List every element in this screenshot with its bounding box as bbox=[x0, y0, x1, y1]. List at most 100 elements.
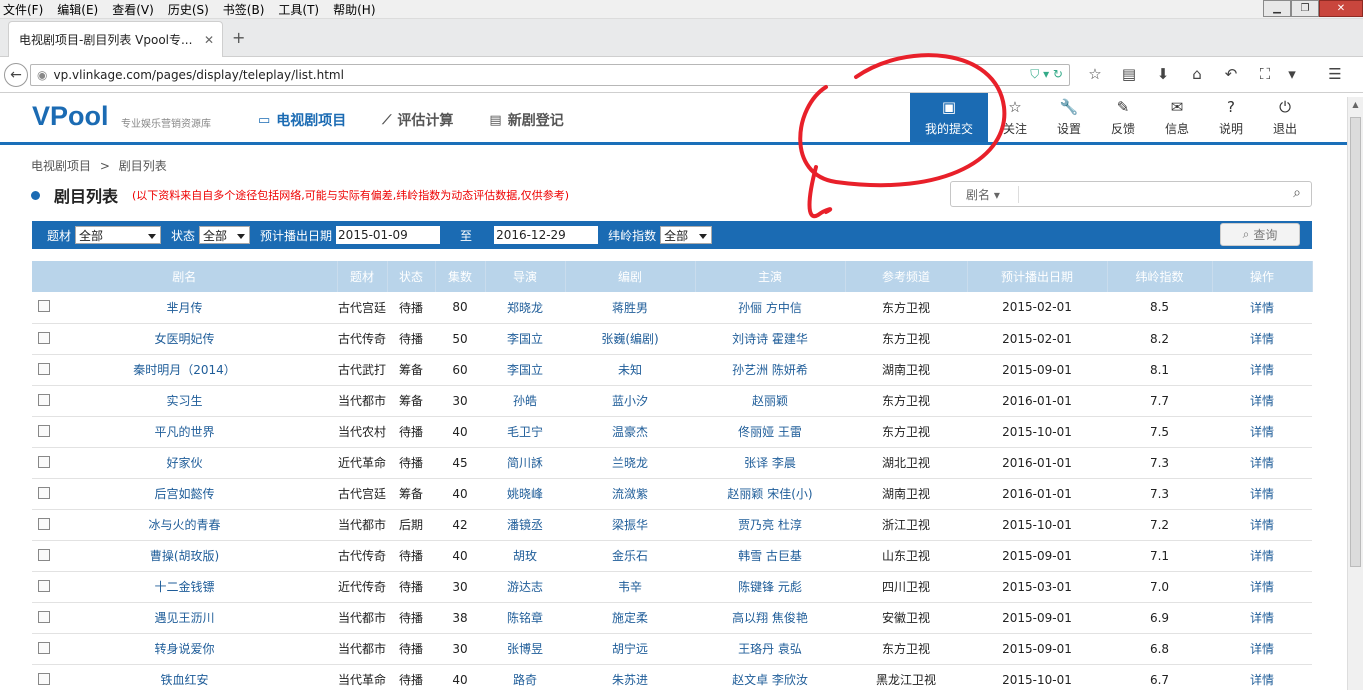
bookmark-star-icon[interactable]: ☆ bbox=[1078, 65, 1112, 83]
table-cell[interactable]: 路奇 bbox=[485, 664, 565, 690]
search-input[interactable] bbox=[1019, 182, 1311, 206]
table-cell[interactable]: 芈月传 bbox=[32, 292, 337, 324]
drama-title[interactable]: 实习生 bbox=[166, 394, 202, 408]
tool-follow[interactable]: ☆ 关注 bbox=[988, 93, 1042, 142]
menu-item[interactable]: 编辑(E) bbox=[57, 1, 98, 18]
drama-title[interactable]: 转身说爱你 bbox=[154, 642, 214, 656]
table-cell[interactable]: 详情 bbox=[1212, 664, 1312, 690]
table-cell[interactable]: 王珞丹 袁弘 bbox=[695, 633, 845, 665]
table-cell[interactable]: 详情 bbox=[1212, 447, 1312, 479]
column-header[interactable]: 操作 bbox=[1212, 261, 1313, 292]
table-cell[interactable]: 赵文卓 李欣汝 bbox=[695, 664, 845, 690]
vpool-logo[interactable]: VPool bbox=[32, 101, 109, 132]
row-checkbox[interactable] bbox=[38, 672, 50, 685]
table-cell[interactable]: 流潋紫 bbox=[565, 478, 695, 510]
table-cell[interactable]: 冰与火的青春 bbox=[32, 509, 337, 541]
drama-title[interactable]: 曹操(胡玫版) bbox=[150, 549, 219, 563]
tool-help[interactable]: ? 说明 bbox=[1204, 93, 1258, 142]
row-checkbox[interactable] bbox=[38, 579, 50, 592]
table-cell[interactable]: 朱苏进 bbox=[565, 664, 695, 690]
shield-icon[interactable]: ⛉ ▾ ↻ bbox=[1030, 67, 1063, 82]
table-cell[interactable]: 施定柔 bbox=[565, 602, 695, 634]
table-cell[interactable]: 陈键锋 元彪 bbox=[695, 571, 845, 603]
table-cell[interactable]: 未知 bbox=[565, 354, 695, 386]
tool-logout[interactable]: ⏻ 退出 bbox=[1258, 93, 1312, 142]
column-header[interactable]: 题材 bbox=[337, 261, 388, 292]
column-header[interactable]: 编剧 bbox=[565, 261, 696, 292]
menu-item[interactable]: 帮助(H) bbox=[333, 1, 375, 18]
table-cell[interactable]: 赵丽颖 bbox=[695, 385, 845, 417]
column-header[interactable]: 剧名 bbox=[32, 261, 338, 292]
table-cell[interactable]: 高以翔 焦俊艳 bbox=[695, 602, 845, 634]
table-cell[interactable]: 毛卫宁 bbox=[485, 416, 565, 448]
row-checkbox[interactable] bbox=[38, 393, 50, 406]
table-cell[interactable]: 陈铭章 bbox=[485, 602, 565, 634]
search-field-select[interactable]: 剧名 ▾ bbox=[951, 185, 1019, 203]
table-cell[interactable]: 孙皓 bbox=[485, 385, 565, 417]
row-checkbox[interactable] bbox=[38, 517, 50, 530]
table-cell[interactable]: 蓝小汐 bbox=[565, 385, 695, 417]
genre-select[interactable]: 全部 bbox=[75, 226, 162, 244]
tool-feedback[interactable]: ✎ 反馈 bbox=[1096, 93, 1150, 142]
table-cell[interactable]: 姚晓峰 bbox=[485, 478, 565, 510]
table-cell[interactable]: 张博昱 bbox=[485, 633, 565, 665]
reading-list-icon[interactable]: ▤ bbox=[1112, 65, 1146, 83]
row-checkbox[interactable] bbox=[38, 548, 50, 561]
table-cell[interactable]: 曹操(胡玫版) bbox=[32, 540, 337, 572]
table-cell[interactable]: 刘诗诗 霍建华 bbox=[695, 323, 845, 355]
back-icon[interactable]: ← bbox=[4, 62, 28, 87]
row-checkbox[interactable] bbox=[38, 641, 50, 654]
url-bar[interactable]: ◉ vp.vlinkage.com/pages/display/teleplay… bbox=[30, 64, 1070, 86]
table-cell[interactable]: 孙俪 方中信 bbox=[695, 292, 845, 324]
table-cell[interactable]: 详情 bbox=[1212, 478, 1312, 510]
date-from-input[interactable]: 2015-01-09 bbox=[336, 226, 441, 244]
menu-item[interactable]: 工具(T) bbox=[278, 1, 319, 18]
tool-settings[interactable]: 🔧 设置 bbox=[1042, 93, 1096, 142]
home-icon[interactable]: ⌂ bbox=[1180, 65, 1214, 83]
dropdown-icon[interactable]: ▾ bbox=[1282, 65, 1302, 83]
table-cell[interactable]: 李国立 bbox=[485, 354, 565, 386]
menu-item[interactable]: 查看(V) bbox=[112, 1, 154, 18]
column-header[interactable]: 预计播出日期 bbox=[967, 261, 1108, 292]
column-header[interactable]: 主演 bbox=[695, 261, 846, 292]
column-header[interactable]: 纬岭指数 bbox=[1107, 261, 1213, 292]
drama-title[interactable]: 铁血红安 bbox=[160, 673, 208, 687]
table-cell[interactable]: 后宫如懿传 bbox=[32, 478, 337, 510]
date-to-input[interactable]: 2016-12-29 bbox=[494, 226, 599, 244]
table-cell[interactable]: 详情 bbox=[1212, 292, 1312, 324]
search-icon[interactable]: ⌕ bbox=[1293, 185, 1301, 201]
close-icon[interactable]: ✕ bbox=[1319, 0, 1363, 17]
table-cell[interactable]: 李国立 bbox=[485, 323, 565, 355]
column-header[interactable]: 导演 bbox=[485, 261, 566, 292]
table-cell[interactable]: 铁血红安 bbox=[32, 664, 337, 690]
table-cell[interactable]: 游达志 bbox=[485, 571, 565, 603]
nav-teleplay-project[interactable]: ▭ 电视剧项目 bbox=[258, 110, 346, 130]
table-cell[interactable]: 赵丽颖 宋佳(小) bbox=[695, 478, 845, 510]
breadcrumb-root[interactable]: 电视剧项目 bbox=[31, 159, 91, 173]
table-cell[interactable]: 韩雪 古巨基 bbox=[695, 540, 845, 572]
minimize-icon[interactable]: ▁ bbox=[1263, 0, 1291, 17]
row-checkbox[interactable] bbox=[38, 300, 50, 312]
page-scrollbar[interactable]: ▲ bbox=[1347, 97, 1363, 690]
drama-title[interactable]: 女医明妃传 bbox=[154, 332, 214, 346]
drama-title[interactable]: 十二金钱镖 bbox=[154, 580, 214, 594]
crop-icon[interactable]: ⛶ bbox=[1248, 65, 1282, 83]
table-cell[interactable]: 详情 bbox=[1212, 509, 1312, 541]
restore-icon[interactable]: ❐ bbox=[1291, 0, 1319, 17]
table-cell[interactable]: 佟丽娅 王雷 bbox=[695, 416, 845, 448]
download-icon[interactable]: ⬇ bbox=[1146, 65, 1180, 83]
table-cell[interactable]: 实习生 bbox=[32, 385, 337, 417]
tool-my-submissions[interactable]: ▣ 我的提交 bbox=[910, 93, 988, 142]
hamburger-menu-icon[interactable]: ☰ bbox=[1318, 65, 1352, 83]
row-checkbox[interactable] bbox=[38, 610, 50, 623]
drama-title[interactable]: 冰与火的青春 bbox=[148, 518, 220, 532]
menu-item[interactable]: 书签(B) bbox=[223, 1, 265, 18]
table-cell[interactable]: 张译 李晨 bbox=[695, 447, 845, 479]
drama-title[interactable]: 好家伙 bbox=[166, 456, 202, 470]
table-cell[interactable]: 遇见王沥川 bbox=[32, 602, 337, 634]
drama-title[interactable]: 秦时明月（2014） bbox=[133, 363, 236, 377]
drama-title[interactable]: 平凡的世界 bbox=[154, 425, 214, 439]
table-cell[interactable]: 潘镜丞 bbox=[485, 509, 565, 541]
table-cell[interactable]: 郑晓龙 bbox=[485, 292, 565, 324]
row-checkbox[interactable] bbox=[38, 486, 50, 499]
